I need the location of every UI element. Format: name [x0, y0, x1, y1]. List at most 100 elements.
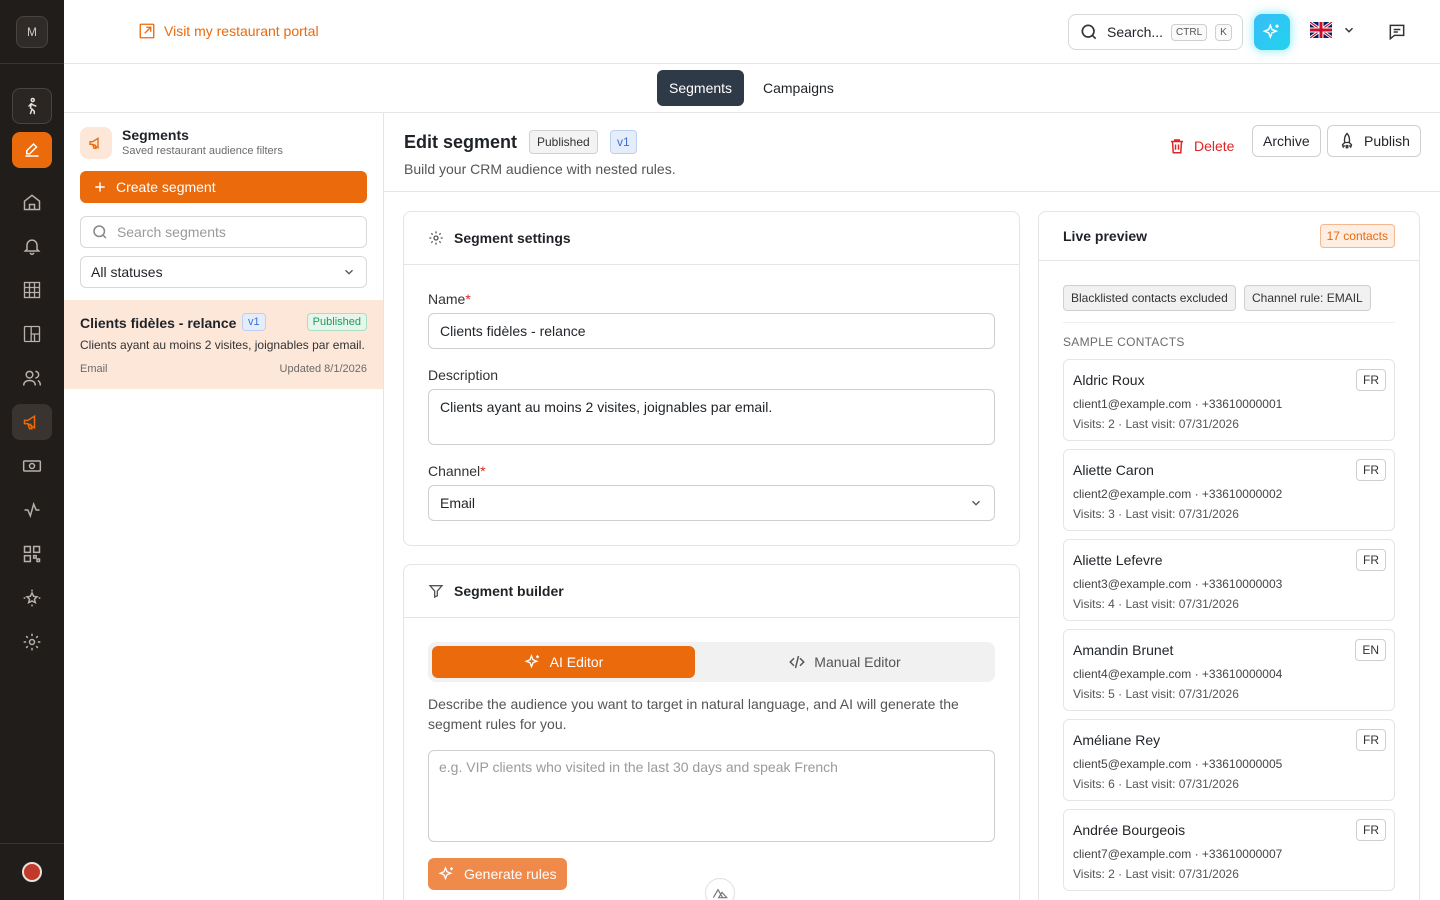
- rail-qrcode-icon[interactable]: [12, 536, 52, 572]
- restaurant-portal-link[interactable]: Visit my restaurant portal: [138, 22, 319, 40]
- filter-chip: Channel rule: EMAIL: [1244, 285, 1371, 311]
- edit-segment-header: Edit segment Published v1 Build your CRM…: [384, 113, 1440, 192]
- shortcut-key-ctrl: CTRL: [1171, 23, 1208, 41]
- chat-icon: [1389, 24, 1405, 41]
- contact-name: Andrée Bourgeois: [1073, 822, 1186, 838]
- user-avatar[interactable]: [22, 862, 42, 882]
- rail-cash-icon[interactable]: [12, 448, 52, 484]
- search-label: Search...: [1107, 24, 1164, 40]
- generate-rules-button[interactable]: Generate rules: [428, 858, 567, 890]
- feedback-button[interactable]: [1386, 22, 1408, 42]
- card-title: Segment settings: [454, 230, 571, 246]
- rail-bell-icon[interactable]: [12, 228, 52, 264]
- channel-value: Email: [440, 495, 476, 511]
- megaphone-icon: [80, 127, 112, 159]
- language-badge: FR: [1356, 459, 1386, 481]
- rail-sparkle-star-icon[interactable]: [12, 580, 52, 616]
- portal-link-label: Visit my restaurant portal: [164, 23, 319, 39]
- contact-name: Aldric Roux: [1073, 372, 1145, 388]
- nav-rail: M: [0, 0, 64, 900]
- contact-visits: Visits: 3 · Last visit: 07/31/2026: [1073, 507, 1239, 521]
- create-segment-button[interactable]: Create segment: [80, 171, 367, 203]
- status-badge: Published: [529, 130, 598, 154]
- contact-card[interactable]: Aliette Caron FR client2@example.com · +…: [1063, 449, 1395, 531]
- contact-details: client1@example.com · +33610000001: [1073, 397, 1283, 411]
- sample-contacts-label: SAMPLE CONTACTS: [1063, 335, 1185, 349]
- rail-grid-icon[interactable]: [12, 272, 52, 308]
- tab-campaigns[interactable]: Campaigns: [751, 70, 846, 106]
- publish-button[interactable]: Publish: [1327, 125, 1421, 157]
- ai-prompt-textarea[interactable]: e.g. VIP clients who visited in the last…: [428, 750, 995, 842]
- segment-list-item[interactable]: Clients fidèles - relance v1 Published C…: [64, 300, 383, 389]
- contact-card[interactable]: Aliette Lefevre FR client3@example.com ·…: [1063, 539, 1395, 621]
- rail-megaphone-icon[interactable]: [12, 404, 52, 440]
- language-badge: FR: [1356, 729, 1386, 751]
- panel-title: Segments: [122, 127, 189, 143]
- contact-name: Améliane Rey: [1073, 732, 1161, 748]
- workspace-avatar[interactable]: M: [16, 16, 48, 48]
- segment-item-name: Clients fidèles - relance: [80, 315, 237, 331]
- segment-item-updated: Updated 8/1/2026: [279, 363, 367, 375]
- rail-walk-icon[interactable]: [12, 88, 52, 124]
- channel-select[interactable]: Email: [428, 485, 995, 521]
- create-segment-label: Create segment: [116, 179, 216, 195]
- contact-name: Aliette Caron: [1073, 462, 1154, 478]
- name-input[interactable]: Clients fidèles - relance: [428, 313, 995, 349]
- segment-item-channel: Email: [80, 363, 108, 375]
- rail-settings-icon[interactable]: [12, 624, 52, 660]
- live-preview-card: Live preview 17 contacts Blacklisted con…: [1038, 211, 1420, 900]
- segment-settings-card: Segment settings Name* Clients fidèles -…: [403, 211, 1020, 546]
- status-filter-select[interactable]: All statuses: [80, 256, 367, 288]
- tab-segments[interactable]: Segments: [657, 70, 745, 106]
- section-tabs: Segments Campaigns: [64, 64, 1440, 113]
- manual-editor-tab[interactable]: Manual Editor: [713, 646, 976, 678]
- segments-search-input[interactable]: [116, 224, 356, 240]
- channel-label: Channel*: [428, 463, 486, 479]
- contact-card[interactable]: Aldric Roux FR client1@example.com · +33…: [1063, 359, 1395, 441]
- status-filter-value: All statuses: [91, 264, 163, 280]
- filter-chip: Blacklisted contacts excluded: [1063, 285, 1236, 311]
- contact-card[interactable]: Améliane Rey FR client5@example.com · +3…: [1063, 719, 1395, 801]
- language-selector[interactable]: [1310, 22, 1356, 38]
- contact-card[interactable]: Amandin Brunet EN client4@example.com · …: [1063, 629, 1395, 711]
- version-badge: v1: [610, 130, 637, 154]
- plus-icon: [95, 182, 105, 192]
- search-icon: [1081, 24, 1097, 40]
- segment-builder-card: Segment builder AI Editor Manual Editor …: [403, 564, 1020, 900]
- rail-activity-icon[interactable]: [12, 492, 52, 528]
- global-search-button[interactable]: Search... CTRL K: [1068, 14, 1243, 50]
- contact-details: client3@example.com · +33610000003: [1073, 577, 1283, 591]
- chevron-down-icon: [1344, 27, 1354, 33]
- gear-icon: [429, 231, 443, 245]
- language-badge: EN: [1355, 639, 1386, 661]
- name-label: Name*: [428, 291, 471, 307]
- card-header: Segment settings: [404, 212, 1019, 265]
- contact-card[interactable]: Andrée Bourgeois FR client7@example.com …: [1063, 809, 1395, 891]
- rail-layout-icon[interactable]: [12, 316, 52, 352]
- ai-assistant-button[interactable]: [1254, 14, 1290, 50]
- contacts-count-badge: 17 contacts: [1319, 224, 1395, 248]
- ai-editor-tab[interactable]: AI Editor: [432, 646, 695, 678]
- sparkles-icon: [1262, 23, 1279, 40]
- version-badge: v1: [242, 313, 266, 331]
- delete-button[interactable]: Delete: [1168, 131, 1234, 161]
- rail-divider: [0, 63, 64, 64]
- code-icon: [789, 655, 806, 669]
- page-subtitle: Build your CRM audience with nested rule…: [404, 161, 676, 177]
- external-link-icon: [139, 23, 155, 39]
- rail-users-icon[interactable]: [12, 360, 52, 396]
- rail-home-icon[interactable]: [12, 184, 52, 220]
- archive-button[interactable]: Archive: [1252, 125, 1321, 157]
- description-textarea[interactable]: Clients ayant au moins 2 visites, joigna…: [428, 389, 995, 445]
- rail-divider: [0, 843, 64, 844]
- language-badge: FR: [1356, 369, 1386, 391]
- framework-devtools-icon[interactable]: [705, 878, 735, 900]
- sparkles-icon: [524, 654, 539, 669]
- contact-name: Amandin Brunet: [1073, 642, 1174, 658]
- contact-visits: Visits: 2 · Last visit: 07/31/2026: [1073, 867, 1239, 881]
- search-icon: [93, 225, 107, 239]
- contact-details: client5@example.com · +33610000005: [1073, 757, 1283, 771]
- rail-edit-icon[interactable]: [12, 132, 52, 168]
- delete-label: Delete: [1194, 138, 1235, 154]
- editor-mode-toggle: AI Editor Manual Editor: [428, 642, 995, 682]
